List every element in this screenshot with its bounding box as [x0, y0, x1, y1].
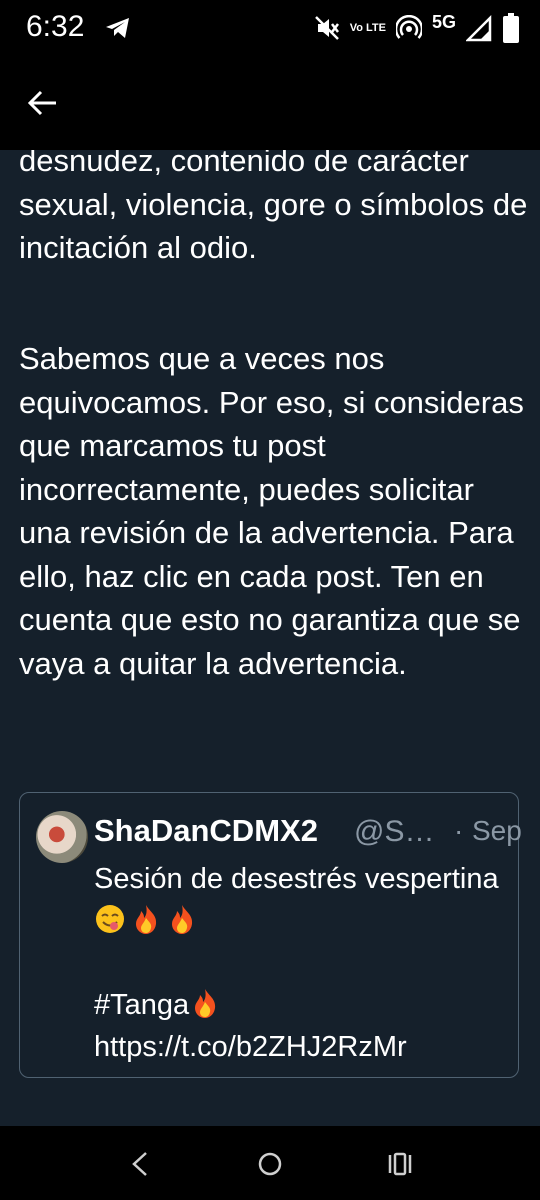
recents-nav-icon[interactable] — [382, 1146, 418, 1182]
fire-emoji — [172, 905, 193, 934]
hashtag-line: #Tanga — [94, 984, 504, 1026]
network-type: 5G — [431, 11, 456, 32]
hashtag-link[interactable]: #Tanga — [94, 989, 189, 1021]
arrow-left-icon[interactable] — [26, 88, 60, 118]
status-icons: Vo LTE 5G — [314, 10, 520, 46]
avatar[interactable] — [36, 811, 88, 863]
quoted-post[interactable]: ShaDanCDMX2 @S… · Sep Sesión de desestré… — [19, 792, 522, 1078]
hotspot-icon — [395, 15, 422, 39]
app-bar — [0, 58, 540, 150]
quoted-post-text: Sesión de desestrés vespertina #Tanga ht… — [94, 858, 504, 1068]
battery-icon — [503, 13, 519, 43]
fire-emoji — [195, 989, 216, 1018]
mute-icon — [314, 16, 339, 40]
fire-emoji — [136, 905, 157, 934]
notice-paragraph-1: desnudez, contenido de carácter sexual, … — [19, 143, 528, 265]
status-time: 6:32 — [26, 10, 85, 43]
signal-icon — [466, 14, 492, 42]
navigation-bar — [0, 1126, 540, 1200]
quoted-author-name: ShaDanCDMX2 — [94, 813, 318, 848]
volte-icon: Vo LTE — [349, 22, 386, 34]
emoji-line — [94, 900, 504, 942]
quoted-post-date: Sep — [472, 815, 522, 846]
notice-content: desnudez, contenido de carácter sexual, … — [0, 130, 540, 1120]
status-bar: 6:32 Vo LTE 5G — [0, 0, 540, 58]
back-nav-icon[interactable] — [122, 1146, 158, 1182]
quoted-text-line: Sesión de desestrés vespertina — [94, 863, 499, 895]
quoted-author-handle: @S… — [354, 815, 435, 848]
home-nav-icon[interactable] — [252, 1146, 288, 1182]
telegram-icon — [106, 18, 129, 38]
separator-dot: · — [454, 815, 464, 846]
post-link[interactable]: https://t.co/b2ZHJ2RzMr — [94, 1026, 504, 1068]
notice-paragraph-2: Sabemos que a veces nos equivocamos. Por… — [19, 341, 524, 681]
yum-emoji — [96, 905, 124, 933]
